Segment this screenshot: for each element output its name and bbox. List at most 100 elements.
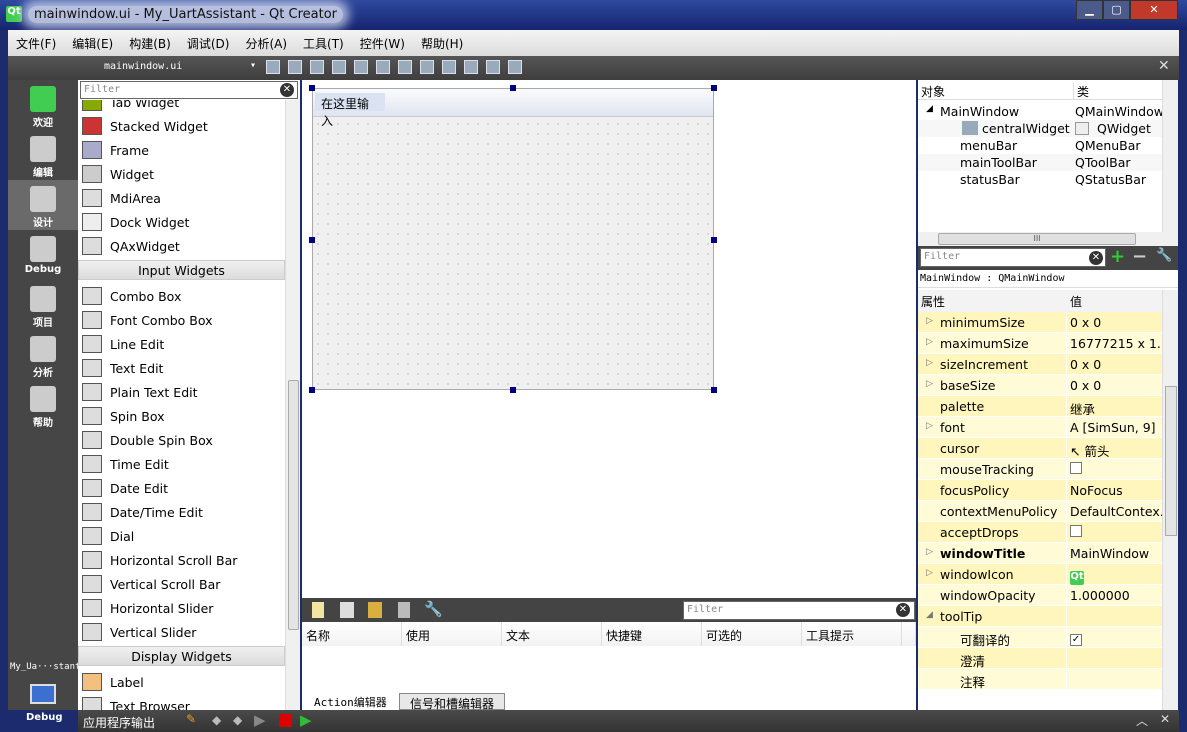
main-window-form[interactable]: 在这里输入 [312, 88, 714, 390]
property-value[interactable]: 16777215 x 1... [1070, 336, 1162, 351]
maximize-button[interactable]: ▢ [1103, 0, 1130, 20]
widget-item[interactable]: Frame [78, 138, 285, 162]
property-row[interactable]: windowOpacity 1.000000 [918, 585, 1162, 606]
property-row[interactable]: ▷ sizeIncrement 0 x 0 [918, 354, 1162, 375]
object-row[interactable]: statusBar QStatusBar [918, 171, 1162, 188]
clear-icon[interactable]: ✕ [280, 83, 294, 97]
widget-item[interactable]: Tab Widget [78, 100, 285, 114]
wrench-icon[interactable]: 🔧 [424, 600, 443, 618]
kit-project-name[interactable]: My_Ua···stant [10, 662, 80, 672]
property-value[interactable]: DefaultContex... [1070, 504, 1162, 519]
scrollbar-thumb[interactable]: III [938, 233, 1136, 245]
widget-item[interactable]: Line Edit [78, 332, 285, 356]
menu-type-here[interactable]: 在这里输入 [315, 93, 385, 128]
property-value[interactable]: Qt [1070, 567, 1162, 585]
resize-handle[interactable] [309, 85, 315, 91]
property-row[interactable]: cursor ↖ 箭头 [918, 438, 1162, 459]
toolbar-layout-grid-icon[interactable] [464, 60, 478, 74]
checkbox[interactable] [1070, 462, 1082, 474]
property-row[interactable]: ◢ toolTip [918, 606, 1162, 627]
resize-handle[interactable] [309, 237, 315, 243]
property-row[interactable]: ▷ maximumSize 16777215 x 1... [918, 333, 1162, 354]
column-header[interactable]: 可选的 [702, 622, 802, 646]
property-value[interactable]: A [SimSun, 9] [1070, 420, 1162, 435]
scrollbar-thumb[interactable] [288, 380, 299, 630]
expand-icon[interactable]: ▷ [926, 337, 933, 347]
widget-item[interactable]: Vertical Scroll Bar [78, 572, 285, 596]
toolbar-layout-horizontal-icon[interactable] [354, 60, 368, 74]
property-row[interactable]: 澄清 [918, 648, 1162, 669]
toolbar-layout-vertical-icon[interactable] [376, 60, 390, 74]
expand-icon[interactable]: ▷ [926, 358, 933, 368]
mode-edit[interactable]: 编辑 [8, 130, 78, 180]
kit-computer-icon[interactable] [30, 684, 56, 704]
clear-icon[interactable]: ✕ [896, 603, 910, 617]
widget-item[interactable]: Stacked Widget [78, 114, 285, 138]
close-document-icon[interactable]: ✕ [1158, 58, 1170, 74]
toolbar-splitter-vertical-icon[interactable] [420, 60, 434, 74]
property-value[interactable]: 1.000000 [1070, 588, 1162, 603]
property-value[interactable]: ✓ [1070, 630, 1162, 646]
expand-icon[interactable]: ▷ [926, 421, 933, 431]
property-row[interactable]: 注释 [918, 669, 1162, 690]
resize-handle[interactable] [510, 85, 516, 91]
menu-item[interactable]: 调试(D) [179, 30, 238, 57]
resize-handle[interactable] [309, 387, 315, 393]
widget-item[interactable]: Text Browser [78, 694, 285, 710]
wrench-icon[interactable]: 🔧 [1156, 248, 1172, 263]
resize-handle[interactable] [711, 387, 717, 393]
menu-item[interactable]: 构建(B) [121, 30, 179, 57]
property-row[interactable]: contextMenuPolicy DefaultContex... [918, 501, 1162, 522]
mode-debug[interactable]: Debug [8, 230, 78, 280]
menu-item[interactable]: 分析(A) [237, 30, 295, 57]
property-value[interactable]: 0 x 0 [1070, 357, 1162, 372]
mode-analyze[interactable]: 分析 [8, 330, 78, 380]
mode-qt[interactable]: 欢迎 [8, 80, 78, 130]
mode-help[interactable]: 帮助 [8, 380, 78, 430]
expand-icon[interactable]: ▷ [926, 379, 933, 389]
menu-item[interactable]: 工具(T) [295, 30, 352, 57]
toolbar-edit-buddies-icon[interactable] [310, 60, 324, 74]
property-value[interactable]: 继承 [1070, 399, 1162, 418]
column-header[interactable]: 快捷键 [602, 622, 702, 646]
widget-item[interactable]: Horizontal Scroll Bar [78, 548, 285, 572]
toolbar-adjust-size-icon[interactable] [508, 60, 522, 74]
copy-action-icon[interactable] [340, 602, 354, 618]
widget-item[interactable]: Text Edit [78, 356, 285, 380]
delete-action-icon[interactable] [398, 602, 410, 618]
object-row[interactable]: ◢ MainWindow QMainWindow [918, 103, 1164, 120]
form-editor-canvas[interactable]: 在这里输入 [302, 80, 916, 598]
column-header[interactable]: 文本 [502, 622, 602, 646]
menu-item[interactable]: 编辑(E) [64, 30, 121, 57]
property-row[interactable]: ▷ windowIcon Qt [918, 564, 1162, 585]
open-file-combo[interactable]: mainwindow.ui ▾ [78, 56, 258, 80]
previous-icon[interactable]: ◆ [212, 713, 221, 727]
object-row[interactable]: menuBar QMenuBar [918, 137, 1162, 154]
widget-item[interactable]: Widget [78, 162, 285, 186]
property-value[interactable]: ↖ 箭头 [1070, 441, 1162, 460]
output-pane-title[interactable]: 应用程序输出 [83, 714, 155, 731]
property-row[interactable]: ▷ baseSize 0 x 0 [918, 375, 1162, 396]
widget-item[interactable]: Horizontal Slider [78, 596, 285, 620]
object-inspector-vscrollbar[interactable] [1162, 80, 1178, 232]
widget-item[interactable]: Spin Box [78, 404, 285, 428]
maximize-pane-icon[interactable]: ︿ [1136, 712, 1148, 729]
mode-project[interactable]: 项目 [8, 280, 78, 330]
object-inspector-hscrollbar[interactable]: III [918, 232, 1178, 246]
add-property-icon[interactable]: + [1110, 246, 1125, 267]
attach-debug-icon[interactable]: ▶ [300, 711, 312, 729]
menu-item[interactable]: 帮助(H) [413, 30, 471, 57]
property-value[interactable]: MainWindow [1070, 546, 1162, 561]
mode-design[interactable]: 设计 [8, 180, 78, 230]
close-pane-icon[interactable]: ✕ [1160, 712, 1170, 726]
widget-item[interactable]: Vertical Slider [78, 620, 285, 644]
property-row[interactable]: ▷ minimumSize 0 x 0 [918, 312, 1162, 333]
minimize-button[interactable]: ▁ [1076, 0, 1103, 20]
property-value[interactable]: 0 x 0 [1070, 378, 1162, 393]
clear-icon[interactable]: ✕ [1089, 251, 1103, 265]
widget-item[interactable]: Dial [78, 524, 285, 548]
widget-box-scrollbar[interactable] [285, 100, 300, 710]
remove-property-icon[interactable]: − [1132, 246, 1147, 267]
property-value[interactable]: 0 x 0 [1070, 315, 1162, 330]
toolbar-edit-widgets-icon[interactable] [266, 60, 280, 74]
